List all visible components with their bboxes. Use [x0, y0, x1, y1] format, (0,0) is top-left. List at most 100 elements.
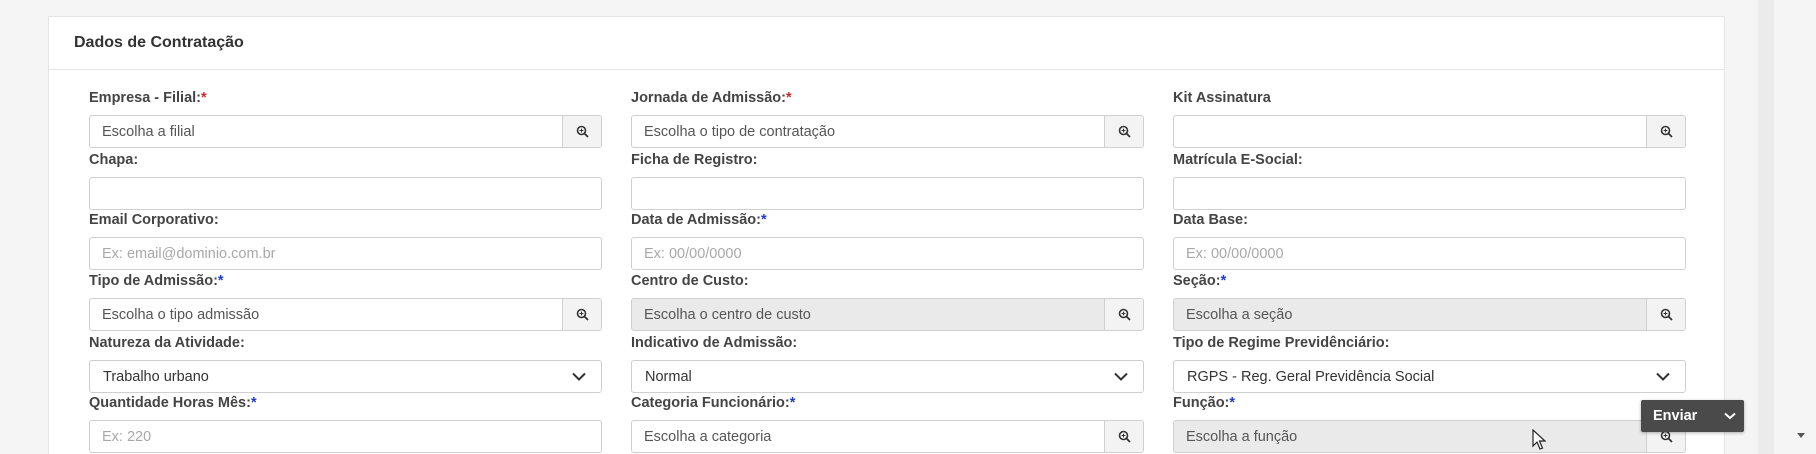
enviar-label: Enviar — [1653, 408, 1698, 424]
data-admissao-input[interactable] — [632, 238, 1143, 269]
card-header: Dados de Contratação — [49, 17, 1724, 70]
data-admissao-control — [631, 237, 1144, 270]
kit-assinatura-lookup-button[interactable] — [1646, 116, 1685, 147]
mouse-cursor-icon — [1532, 429, 1546, 450]
funcao-control — [1173, 420, 1686, 453]
tipo-admissao-lookup-button[interactable] — [562, 299, 601, 330]
search-icon — [576, 308, 589, 321]
categoria-funcionario-lookup-button[interactable] — [1104, 421, 1143, 452]
email-corporativo-control — [89, 237, 602, 270]
matricula-esocial-control — [1173, 177, 1686, 210]
required-marker: * — [217, 273, 224, 289]
natureza-atividade-label: Natureza da Atividade: — [89, 335, 245, 351]
search-icon — [576, 125, 589, 138]
chapa-label: Chapa: — [89, 152, 139, 168]
enviar-button[interactable]: Enviar — [1641, 400, 1744, 432]
search-icon — [1118, 125, 1131, 138]
search-icon — [1660, 125, 1673, 138]
indicativo-admissao-select[interactable]: Normal — [631, 360, 1144, 393]
secao-field: Seção:* — [1173, 272, 1686, 331]
tipo-regime-label: Tipo de Regime Previdênciário: — [1173, 335, 1390, 351]
data-base-input[interactable] — [1174, 238, 1685, 269]
section-title: Dados de Contratação — [74, 34, 244, 51]
centro-custo-field: Centro de Custo: — [631, 272, 1144, 331]
jornada-admissao-label: Jornada de Admissão: — [631, 90, 786, 106]
empresa-filial-lookup-button[interactable] — [562, 116, 601, 147]
search-icon — [1118, 308, 1131, 321]
tipo-admissao-field: Tipo de Admissão:* — [89, 272, 602, 331]
matricula-esocial-label: Matrícula E-Social: — [1173, 152, 1303, 168]
centro-custo-lookup-button[interactable] — [1104, 299, 1143, 330]
chapa-control — [89, 177, 602, 210]
required-marker: * — [1229, 395, 1236, 411]
secao-input — [1174, 299, 1646, 330]
email-corporativo-label: Email Corporativo: — [89, 212, 219, 228]
search-icon — [1660, 308, 1673, 321]
chevron-down-icon[interactable] — [1724, 408, 1736, 424]
kit-assinatura-control — [1173, 115, 1686, 148]
required-marker: * — [250, 395, 257, 411]
centro-custo-input — [632, 299, 1104, 330]
ficha-registro-field: Ficha de Registro: — [631, 151, 1144, 210]
secao-control — [1173, 298, 1686, 331]
required-marker: * — [789, 395, 796, 411]
funcao-label: Função: — [1173, 395, 1230, 411]
natureza-atividade-select[interactable]: Trabalho urbano — [89, 360, 602, 393]
jornada-admissao-control — [631, 115, 1144, 148]
ficha-registro-control — [631, 177, 1144, 210]
required-marker: * — [1220, 273, 1227, 289]
ficha-registro-input[interactable] — [632, 178, 1143, 209]
ficha-registro-label: Ficha de Registro: — [631, 152, 758, 168]
secao-label: Seção: — [1173, 273, 1221, 289]
kit-assinatura-input[interactable] — [1174, 116, 1646, 147]
secao-lookup-button[interactable] — [1646, 299, 1685, 330]
indicativo-admissao-label: Indicativo de Admissão: — [631, 335, 798, 351]
quantidade-horas-input[interactable] — [90, 421, 601, 452]
funcao-input — [1174, 421, 1646, 452]
chapa-field: Chapa: — [89, 151, 602, 210]
quantidade-horas-control — [89, 420, 602, 453]
funcao-field: Função:* — [1173, 394, 1686, 453]
tipo-admissao-input[interactable] — [90, 299, 562, 330]
tipo-regime-field: Tipo de Regime Previdênciário: RGPS - Re… — [1173, 334, 1686, 393]
empresa-filial-field: Empresa - Filial:* — [89, 89, 602, 148]
chapa-input[interactable] — [90, 178, 601, 209]
scroll-down-arrow-icon[interactable] — [1797, 433, 1805, 438]
jornada-admissao-lookup-button[interactable] — [1104, 116, 1143, 147]
tipo-admissao-control — [89, 298, 602, 331]
required-marker: * — [201, 90, 207, 106]
chevron-down-icon — [1641, 361, 1685, 392]
tipo-regime-select[interactable]: RGPS - Reg. Geral Previdência Social — [1173, 360, 1686, 393]
categoria-funcionario-label: Categoria Funcionário: — [631, 395, 790, 411]
side-panel-strip — [1758, 0, 1774, 454]
chevron-down-icon — [557, 361, 601, 392]
kit-assinatura-field: Kit Assinatura — [1173, 89, 1686, 148]
jornada-admissao-field: Jornada de Admissão:* — [631, 89, 1144, 148]
tipo-regime-value: RGPS - Reg. Geral Previdência Social — [1187, 368, 1435, 385]
indicativo-admissao-value: Normal — [645, 368, 692, 385]
data-admissao-label: Data de Admissão: — [631, 212, 761, 228]
matricula-esocial-input[interactable] — [1174, 178, 1685, 209]
data-base-control — [1173, 237, 1686, 270]
required-marker: * — [761, 212, 767, 228]
empresa-filial-control — [89, 115, 602, 148]
empresa-filial-label: Empresa - Filial: — [89, 90, 202, 106]
natureza-atividade-field: Natureza da Atividade: Trabalho urbano — [89, 334, 602, 393]
required-marker: * — [785, 90, 792, 106]
empresa-filial-input[interactable] — [90, 116, 562, 147]
quantidade-horas-label: Quantidade Horas Mês: — [89, 395, 251, 411]
chevron-down-icon — [1099, 361, 1143, 392]
centro-custo-label: Centro de Custo: — [631, 273, 749, 289]
centro-custo-control — [631, 298, 1144, 331]
search-icon — [1118, 430, 1131, 443]
kit-assinatura-label: Kit Assinatura — [1173, 90, 1271, 106]
data-base-field: Data Base: — [1173, 211, 1686, 270]
jornada-admissao-input[interactable] — [632, 116, 1104, 147]
data-base-label: Data Base: — [1173, 212, 1248, 228]
data-admissao-field: Data de Admissão:* — [631, 211, 1144, 270]
quantidade-horas-field: Quantidade Horas Mês:* — [89, 394, 602, 453]
email-corporativo-input[interactable] — [90, 238, 601, 269]
email-corporativo-field: Email Corporativo: — [89, 211, 602, 270]
categoria-funcionario-field: Categoria Funcionário:* — [631, 394, 1144, 453]
categoria-funcionario-input[interactable] — [632, 421, 1104, 452]
